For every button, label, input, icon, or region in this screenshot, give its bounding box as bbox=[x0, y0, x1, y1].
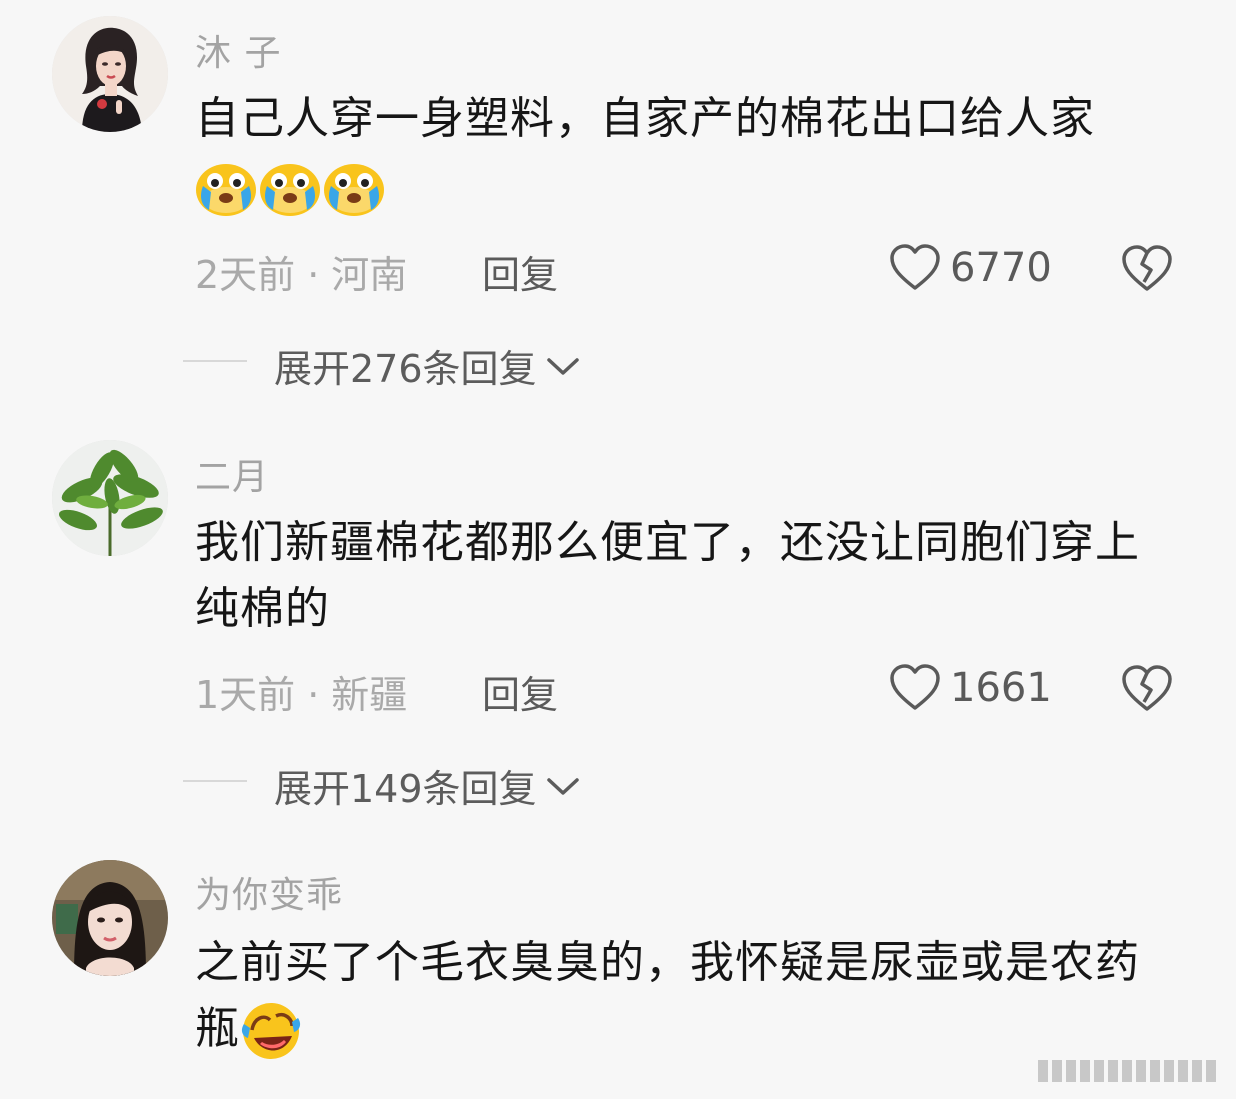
woman-selfie-avatar-icon bbox=[52, 860, 168, 976]
watermark-icon bbox=[1034, 1054, 1224, 1088]
comment-text-content: 之前买了个毛衣臭臭的，我怀疑是尿壶或是农药瓶 bbox=[195, 937, 1140, 1054]
like-count: 1661 bbox=[950, 665, 1052, 711]
comment-meta: 2天前 · 河南 bbox=[195, 244, 407, 299]
comment-text-content: 自己人穿一身塑料，自家产的棉花出口给人家 bbox=[195, 93, 1095, 144]
crying-emoji-icon bbox=[323, 156, 385, 218]
woman-portrait-avatar-icon bbox=[52, 16, 168, 132]
laughing-crying-emoji-icon bbox=[240, 1000, 302, 1062]
comment-text: 自己人穿一身塑料，自家产的棉花出口给人家 bbox=[195, 86, 1165, 218]
dislike-button[interactable] bbox=[1120, 244, 1174, 294]
broken-heart-icon bbox=[1122, 665, 1172, 711]
like-button[interactable]: 6770 bbox=[888, 242, 1052, 294]
expand-replies-button[interactable]: 展开276条回复 bbox=[274, 338, 581, 393]
username[interactable]: 沐 子 bbox=[195, 24, 281, 76]
chevron-down-icon bbox=[546, 357, 579, 375]
expand-replies-button[interactable]: 展开149条回复 bbox=[274, 758, 581, 813]
divider-line bbox=[183, 780, 247, 782]
separator-dot: · bbox=[307, 253, 320, 297]
username[interactable]: 为你变乖 bbox=[195, 866, 343, 918]
user-avatar[interactable] bbox=[52, 440, 168, 556]
heart-icon bbox=[890, 244, 940, 290]
like-count: 6770 bbox=[950, 245, 1052, 291]
broken-heart-icon bbox=[1122, 245, 1172, 291]
crying-emoji-icon bbox=[195, 156, 257, 218]
comment-location: 河南 bbox=[331, 253, 408, 297]
dislike-button[interactable] bbox=[1120, 664, 1174, 714]
crying-emoji-icon bbox=[259, 156, 321, 218]
comment-location: 新疆 bbox=[331, 673, 408, 717]
comment-text: 之前买了个毛衣臭臭的，我怀疑是尿壶或是农药瓶 bbox=[195, 930, 1165, 1062]
chevron-down-icon bbox=[546, 777, 579, 795]
separator-dot: · bbox=[307, 673, 320, 717]
comment-list-page: 沐 子 自己人穿一身塑料，自家产的棉花出口给人家 2天前 · 河南 回复 6770 … bbox=[0, 0, 1236, 1099]
comment-time: 1天前 bbox=[195, 673, 296, 717]
user-avatar[interactable] bbox=[52, 860, 168, 976]
comment-text: 我们新疆棉花都那么便宜了，还没让同胞们穿上纯棉的 bbox=[195, 517, 1140, 634]
username[interactable]: 二月 bbox=[195, 448, 269, 500]
like-button[interactable]: 1661 bbox=[888, 662, 1052, 714]
plant-avatar-icon bbox=[52, 440, 168, 556]
reply-button[interactable]: 回复 bbox=[482, 244, 558, 299]
divider-line bbox=[183, 360, 247, 362]
comment-meta: 1天前 · 新疆 bbox=[195, 664, 407, 719]
expand-replies-label: 展开149条回复 bbox=[274, 767, 537, 811]
comment-time: 2天前 bbox=[195, 253, 296, 297]
user-avatar[interactable] bbox=[52, 16, 168, 132]
reply-button[interactable]: 回复 bbox=[482, 664, 558, 719]
heart-icon bbox=[890, 664, 940, 710]
expand-replies-label: 展开276条回复 bbox=[274, 347, 537, 391]
